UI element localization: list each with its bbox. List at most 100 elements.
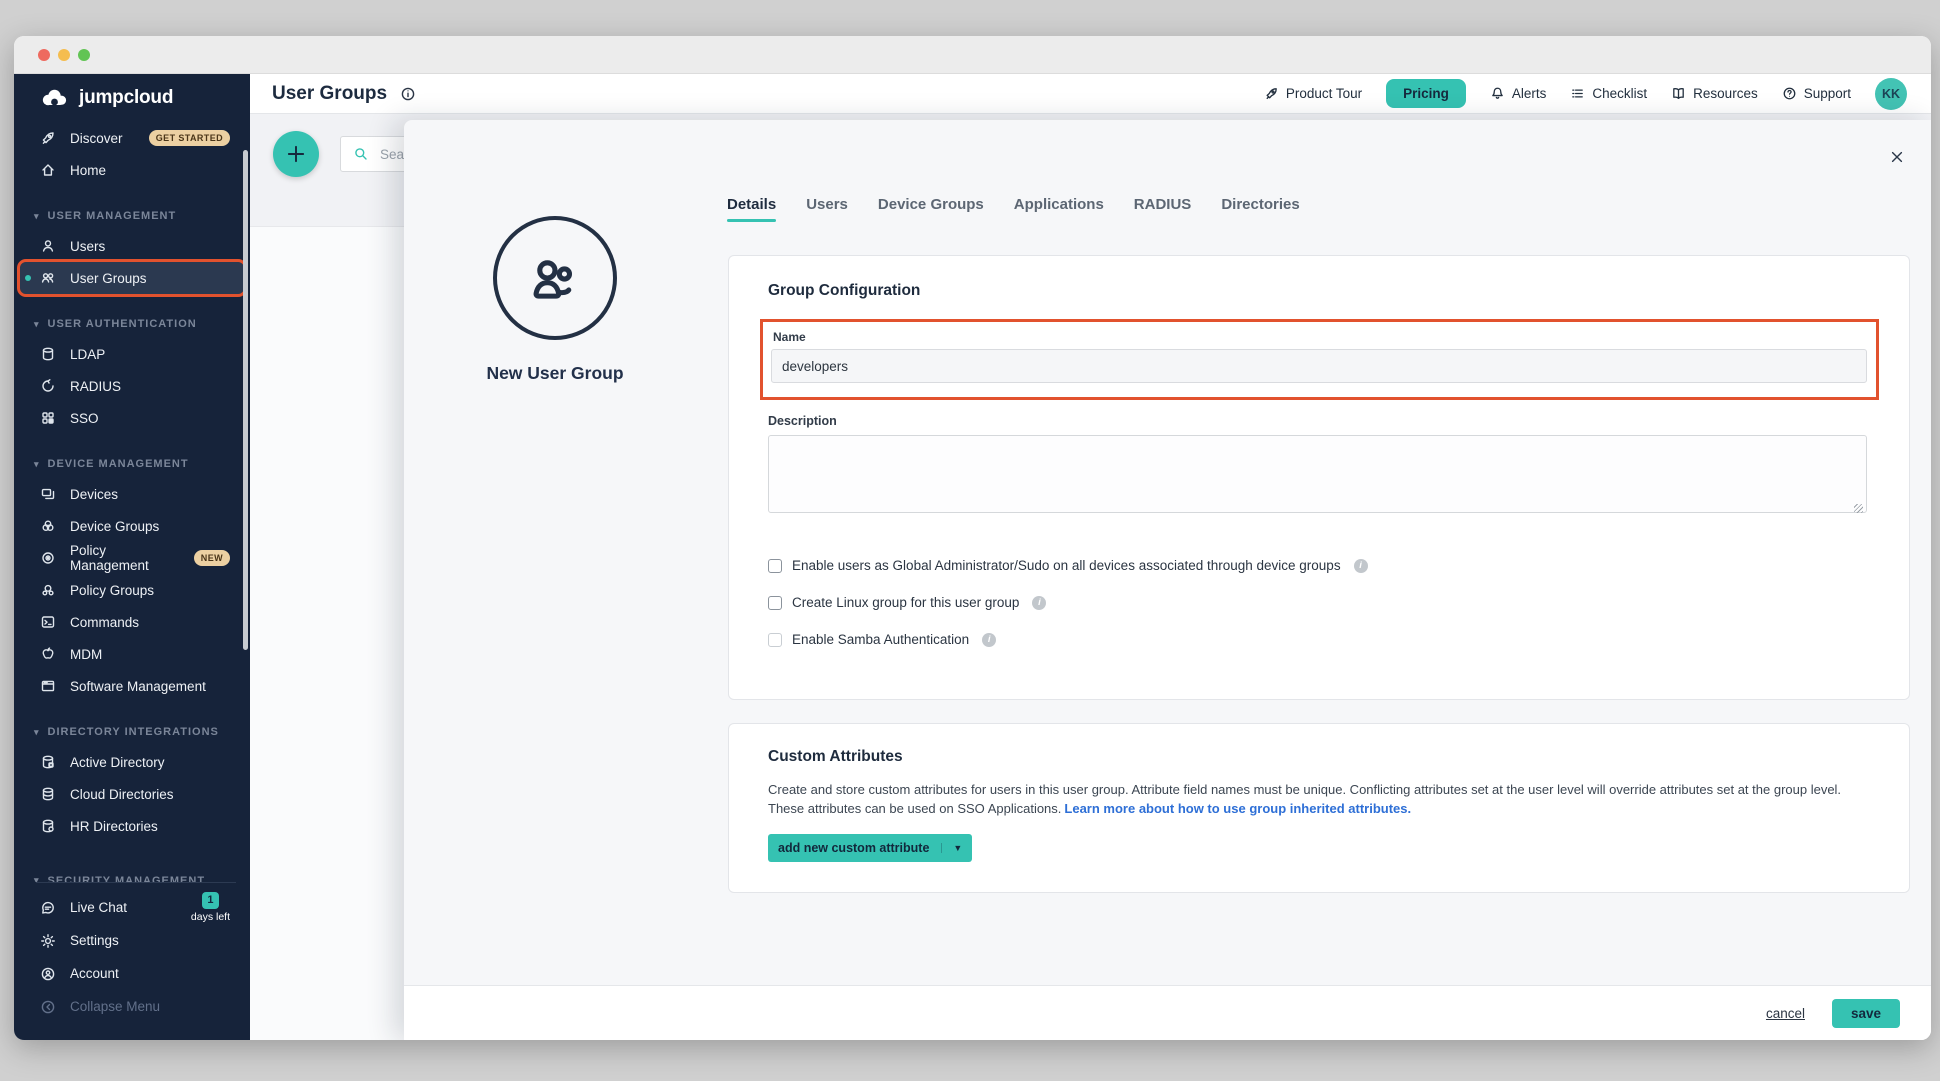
info-icon[interactable]: i [1354,559,1368,573]
sidebar-item-policy-management[interactable]: Policy ManagementNEW [20,542,244,574]
add-user-group-button[interactable] [273,131,319,177]
user-group-glyph-icon [526,249,584,307]
home-icon [40,162,56,178]
chevron-down-icon: ▾ [34,875,40,882]
topbar-item-resources[interactable]: Resources [1671,86,1758,101]
tab-directories[interactable]: Directories [1221,196,1299,222]
zoom-window-button[interactable] [78,49,90,61]
sidebar-item-label: Cloud Directories [70,787,174,802]
logo-text: jumpcloud [79,87,173,109]
sidebar-item-label: Policy Groups [70,583,154,598]
sidebar-item-sso[interactable]: SSO [20,402,244,434]
tab-applications[interactable]: Applications [1014,196,1104,222]
group-options: Enable users as Global Administrator/Sud… [768,558,1877,647]
new-user-group-title: New User Group [404,363,706,384]
add-custom-attribute-button[interactable]: add new custom attribute ▼ [768,834,972,862]
sidebar-item-label: Account [70,966,119,981]
sidebar-item-cloud-directories[interactable]: Cloud Directories [20,778,244,810]
sidebar-item-software-management[interactable]: Software Management [20,670,244,702]
rocket-icon [40,130,56,146]
sidebar-item-account[interactable]: Account [20,957,244,990]
annotation-box-name: Name [760,319,1879,400]
sidebar-item-label: Live Chat [70,900,127,915]
info-icon[interactable]: i [982,633,996,647]
sidebar-item-collapse-menu[interactable]: Collapse Menu [20,990,244,1023]
checkbox[interactable] [768,596,782,610]
sidebar-item-label: Commands [70,615,139,630]
close-icon[interactable] [1883,143,1911,171]
macos-titlebar [14,36,1931,74]
cancel-button[interactable]: cancel [1766,1006,1805,1021]
sidebar-item-radius[interactable]: RADIUS [20,370,244,402]
sidebar-section-directory-integrations[interactable]: ▾DIRECTORY INTEGRATIONS [14,718,250,746]
close-window-button[interactable] [38,49,50,61]
sidebar-item-hr-directories[interactable]: HR Directories [20,810,244,842]
name-label: Name [773,330,1866,344]
sidebar-item-user-groups[interactable]: User Groups [20,262,244,294]
topbar-item-product-tour[interactable]: Product Tour [1264,86,1362,101]
checkbox[interactable] [768,559,782,573]
checkbox-label: Create Linux group for this user group [792,595,1019,610]
sidebar-section-label: SECURITY MANAGEMENT [48,875,206,882]
days-left-text: days left [191,912,230,923]
chat-icon [40,900,56,916]
sidebar-section-security-management[interactable]: ▾ SECURITY MANAGEMENT [14,875,250,882]
sidebar-item-home[interactable]: Home [20,154,244,186]
sidebar-section-user-authentication[interactable]: ▾USER AUTHENTICATION [14,310,250,338]
tab-users[interactable]: Users [806,196,848,222]
group-name-input[interactable] [771,349,1867,383]
sidebar-item-policy-groups[interactable]: Policy Groups [20,574,244,606]
minimize-window-button[interactable] [58,49,70,61]
rocket-icon [1264,86,1279,101]
plus-icon [285,143,307,165]
jumpcloud-cloud-icon [40,87,70,109]
jumpcloud-logo: jumpcloud [14,74,250,122]
sidebar-item-live-chat[interactable]: Live Chat1days left [20,891,244,924]
hr-directories-icon [40,818,56,834]
sidebar-nav: DiscoverGET STARTEDHome▾USER MANAGEMENTU… [14,122,250,882]
question-icon [1782,86,1797,101]
checkbox-label: Enable Samba Authentication [792,632,969,647]
sidebar-item-users[interactable]: Users [20,230,244,262]
tab-radius[interactable]: RADIUS [1134,196,1192,222]
sso-icon [40,410,56,426]
description-textarea[interactable] [768,435,1867,513]
sidebar-item-active-directory[interactable]: Active Directory [20,746,244,778]
topbar-item-checklist[interactable]: Checklist [1570,86,1647,101]
panel-tabs: Details Users Device Groups Applications RAD… [727,196,1300,222]
sidebar-item-commands[interactable]: Commands [20,606,244,638]
sidebar-section-user-management[interactable]: ▾USER MANAGEMENT [14,202,250,230]
account-icon [40,966,56,982]
pricing-button[interactable]: Pricing [1386,79,1466,108]
active-dot [25,275,31,281]
sidebar-item-label: Device Groups [70,519,159,534]
sidebar-item-settings[interactable]: Settings [20,924,244,957]
topbar-item-label: Checklist [1592,86,1647,101]
topbar-item-alerts[interactable]: Alerts [1490,86,1547,101]
radius-icon [40,378,56,394]
sidebar-item-ldap[interactable]: LDAP [20,338,244,370]
avatar[interactable]: KK [1875,78,1907,110]
group-configuration-heading: Group Configuration [768,282,1877,300]
sidebar-item-mdm[interactable]: MDM [20,638,244,670]
save-button[interactable]: save [1832,999,1900,1028]
checklist-icon [1570,86,1585,101]
sidebar-scrollbar[interactable] [243,150,248,650]
learn-more-link[interactable]: Learn more about how to use group inheri… [1064,801,1411,816]
custom-attributes-description: Create and store custom attributes for u… [768,780,1873,818]
topbar-item-support[interactable]: Support [1782,86,1851,101]
sidebar-item-discover[interactable]: DiscoverGET STARTED [20,122,244,154]
device-groups-icon [40,518,56,534]
tab-device-groups[interactable]: Device Groups [878,196,984,222]
group-configuration-card: Group Configuration Name Description Ena… [728,255,1910,700]
devices-icon [40,486,56,502]
sidebar-item-devices[interactable]: Devices [20,478,244,510]
software-icon [40,678,56,694]
info-icon[interactable]: i [1032,596,1046,610]
sidebar-item-device-groups[interactable]: Device Groups [20,510,244,542]
info-icon[interactable] [400,86,416,102]
tab-details[interactable]: Details [727,196,776,222]
sidebar-section-device-management[interactable]: ▾DEVICE MANAGEMENT [14,450,250,478]
sidebar-item-label: User Groups [70,271,147,286]
user-group-icon [40,270,56,286]
